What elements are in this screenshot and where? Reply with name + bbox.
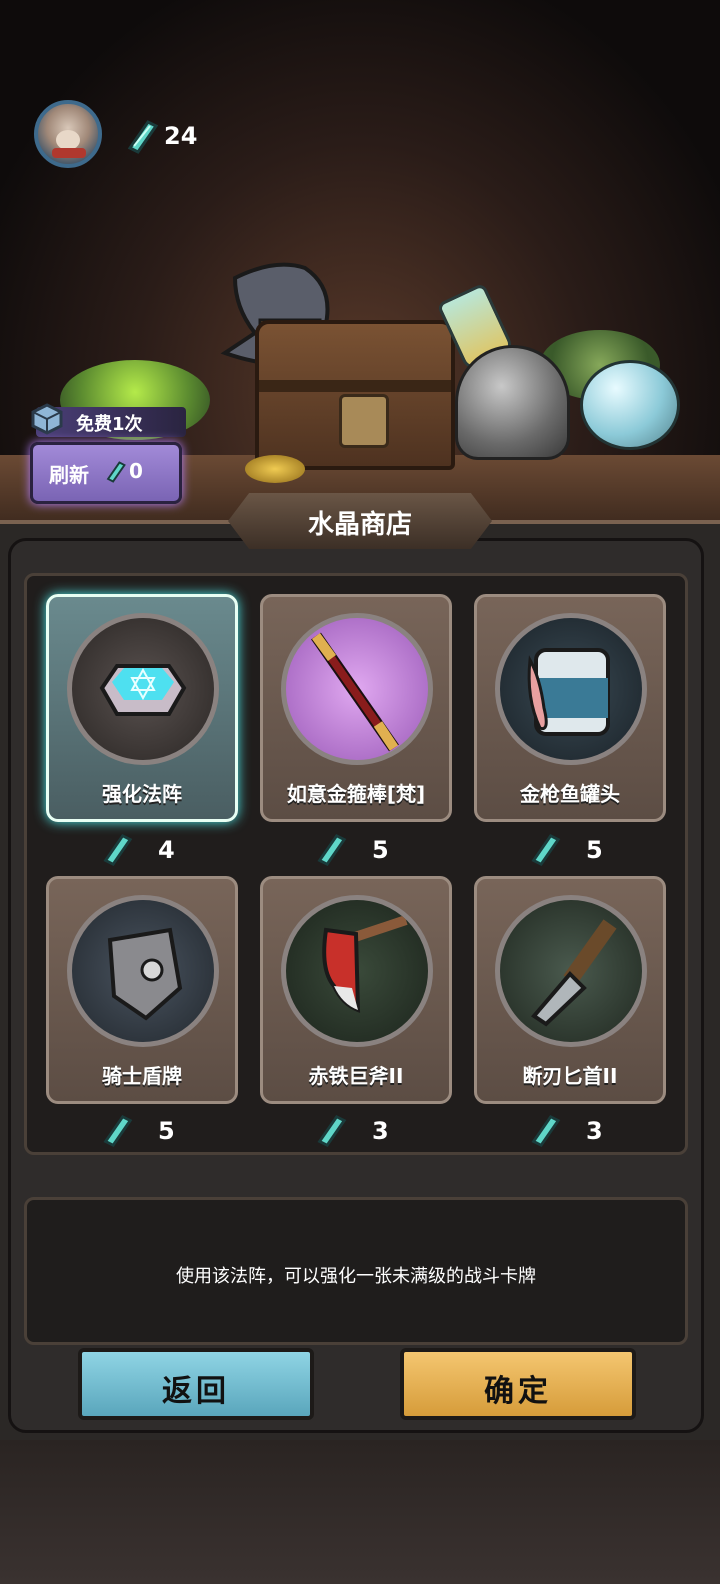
- item-price-value: 3: [586, 1117, 603, 1145]
- crystal-icon: [103, 1114, 133, 1148]
- bottom-background: [0, 1440, 720, 1584]
- back-button[interactable]: 返回: [78, 1348, 314, 1420]
- item-price: 4: [96, 832, 175, 868]
- shop-title: 水晶商店: [307, 510, 412, 540]
- item-price: 5: [310, 832, 389, 868]
- back-button-label: 返回: [162, 1374, 230, 1409]
- gold-coins-icon: [245, 455, 305, 483]
- refresh-cost: 0: [129, 459, 143, 483]
- item-icon-frame: [495, 613, 647, 765]
- item-name: 强化法阵: [102, 782, 182, 806]
- refresh-button[interactable]: 刷新 0: [30, 442, 182, 504]
- crystal-icon: [531, 833, 561, 867]
- refresh-button-label: 刷新: [49, 463, 89, 487]
- chest-lock-icon: [339, 394, 389, 448]
- item-price-value: 5: [158, 1117, 175, 1145]
- shop-item-card[interactable]: 如意金箍棒[梵]: [260, 594, 452, 822]
- item-price-value: 3: [372, 1117, 389, 1145]
- item-description: 使用该法阵，可以强化一张未满级的战斗卡牌: [176, 1266, 536, 1287]
- item-icon-frame: [67, 895, 219, 1047]
- broken-dagger-icon: [531, 919, 617, 1027]
- confirm-button-label: 确定: [484, 1374, 552, 1409]
- item-description-box: 使用该法阵，可以强化一张未满级的战斗卡牌: [24, 1197, 688, 1345]
- magic-circle-icon: [99, 664, 187, 716]
- crystal-icon: [103, 833, 133, 867]
- item-icon-frame: [67, 613, 219, 765]
- item-price-value: 4: [158, 836, 175, 864]
- tuna-can-icon: [527, 648, 610, 736]
- item-name: 如意金箍棒[梵]: [286, 782, 426, 806]
- knight-helmet-icon: [455, 345, 570, 460]
- item-price: 3: [524, 1113, 603, 1149]
- crystal-icon: [127, 120, 159, 154]
- shop-item-card[interactable]: 赤铁巨斧II: [260, 876, 452, 1104]
- knight-shield-icon: [107, 927, 183, 1021]
- item-name: 骑士盾牌: [102, 1064, 182, 1088]
- confirm-button[interactable]: 确定: [400, 1348, 636, 1420]
- chest-band: [259, 380, 451, 392]
- shop-item-card[interactable]: 强化法阵: [46, 594, 238, 822]
- item-price: 3: [310, 1113, 389, 1149]
- item-name: 赤铁巨斧II: [308, 1064, 404, 1088]
- avatar-scarf: [52, 148, 86, 158]
- item-name: 断刃匕首II: [522, 1064, 618, 1088]
- shop-item-card[interactable]: 断刃匕首II: [474, 876, 666, 1104]
- free-refresh-label: 免费1次: [76, 414, 143, 435]
- crystal-icon: [531, 1114, 561, 1148]
- crystal-icon: [106, 461, 126, 483]
- shop-title-plate: 水晶商店: [228, 493, 492, 549]
- shop-item-card[interactable]: 金枪鱼罐头: [474, 594, 666, 822]
- crystal-icon: [317, 1114, 347, 1148]
- cube-icon: [31, 403, 63, 435]
- item-price-value: 5: [586, 836, 603, 864]
- item-name: 金枪鱼罐头: [520, 782, 620, 806]
- crystal-ball-icon: [580, 360, 680, 450]
- item-price: 5: [96, 1113, 175, 1149]
- shop-item-card[interactable]: 骑士盾牌: [46, 876, 238, 1104]
- item-price-value: 5: [372, 836, 389, 864]
- avatar-face: [56, 130, 80, 150]
- treasure-chest-icon: [255, 320, 455, 470]
- crystal-icon: [317, 833, 347, 867]
- item-icon-frame: [495, 895, 647, 1047]
- red-iron-axe-icon: [322, 915, 408, 1013]
- player-avatar[interactable]: [34, 100, 102, 168]
- golden-staff-icon: [311, 632, 399, 752]
- item-icon-frame: [281, 895, 433, 1047]
- item-price: 5: [524, 832, 603, 868]
- item-icon-frame: [281, 613, 433, 765]
- crystal-count: 24: [164, 122, 198, 150]
